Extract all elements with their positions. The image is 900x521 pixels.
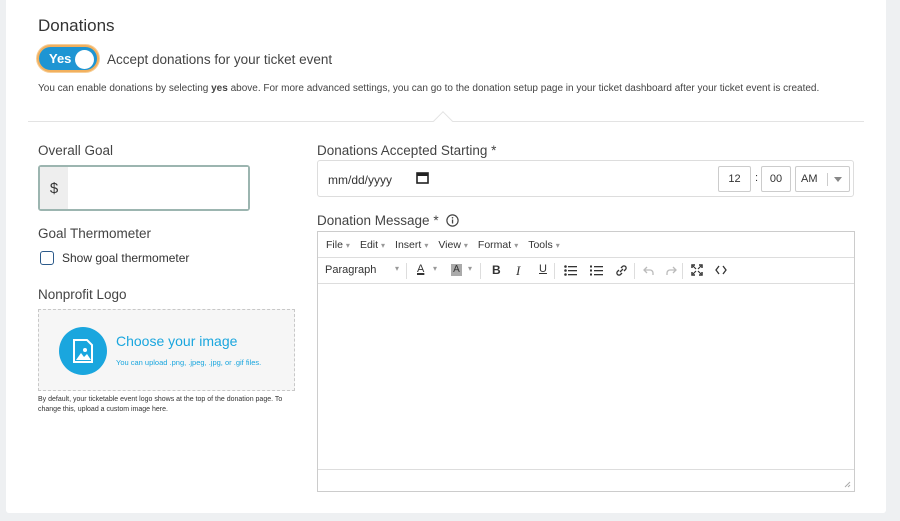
menu-format-label: Format (477, 238, 512, 251)
menu-tools-label: Tools (528, 238, 553, 251)
source-code-icon[interactable] (715, 265, 727, 275)
toolbar-separator (480, 263, 481, 279)
choose-image-link[interactable]: Choose your image (116, 333, 237, 349)
background-color-icon[interactable]: A (451, 264, 462, 276)
logo-default-note: By default, your ticketable event logo s… (38, 396, 283, 413)
toggle-description: Accept donations for your ticket event (107, 52, 333, 67)
help-text: You can enable donations by selecting ye… (38, 83, 819, 94)
help-bold: yes (211, 83, 228, 94)
upload-formats-text: You can upload .png, .jpeg, .jpg, or .gi… (116, 358, 262, 367)
ampm-separator (827, 173, 828, 186)
menu-file[interactable]: File ▾ (326, 239, 350, 251)
editor-content-area[interactable] (318, 284, 854, 469)
chevron-down-icon[interactable]: ▾ (433, 264, 437, 273)
chevron-down-icon: ▾ (345, 240, 350, 250)
chevron-down-icon[interactable]: ▾ (468, 264, 472, 273)
nonprofit-logo-label: Nonprofit Logo (38, 287, 127, 302)
toolbar-separator (406, 263, 407, 279)
help-prefix: You can enable donations by selecting (38, 83, 212, 94)
menu-view-label: View (438, 238, 461, 251)
toggle-knob (75, 50, 94, 69)
currency-prefix: $ (40, 167, 68, 209)
redo-icon[interactable] (666, 266, 677, 275)
toolbar-separator (682, 263, 683, 279)
chevron-down-icon: ▾ (463, 240, 468, 250)
editor-statusbar (318, 469, 854, 491)
editor-toolbar: Paragraph ▾ A ▾ A ▾ B I U (318, 258, 854, 284)
fullscreen-icon[interactable] (691, 264, 703, 276)
editor-menubar: File ▾ Edit ▾ Insert ▾ View ▾ Format ▾ Tools ▾ (318, 232, 854, 258)
toolbar-separator (554, 263, 555, 279)
undo-icon[interactable] (643, 266, 654, 275)
chevron-down-icon[interactable]: ▾ (395, 264, 399, 273)
numbered-list-icon[interactable] (590, 265, 603, 276)
ampm-value: AM (801, 173, 818, 185)
show-thermometer-label[interactable]: Show goal thermometer (62, 251, 189, 265)
menu-format[interactable]: Format ▾ (478, 239, 518, 251)
hour-select[interactable]: 12 (718, 166, 751, 192)
chevron-down-icon: ▾ (424, 240, 429, 250)
donation-message-label-text: Donation Message * (317, 213, 439, 228)
minute-select[interactable]: 00 (761, 166, 791, 192)
toggle-label: Yes (49, 51, 72, 66)
bullet-list-icon[interactable] (564, 265, 577, 276)
menu-file-label: File (326, 238, 343, 251)
chevron-down-icon: ▾ (514, 240, 519, 250)
menu-tools[interactable]: Tools ▾ (528, 239, 560, 251)
block-format-select[interactable]: Paragraph (325, 264, 376, 276)
overall-goal-label: Overall Goal (38, 143, 114, 158)
menu-edit[interactable]: Edit ▾ (360, 239, 385, 251)
overall-goal-field: $ (38, 165, 250, 211)
toolbar-separator (634, 263, 635, 279)
ampm-select[interactable]: AM (795, 166, 850, 192)
overall-goal-input[interactable] (68, 167, 248, 209)
underline-icon[interactable]: U (539, 263, 547, 275)
help-suffix: above. For more advanced settings, you c… (227, 83, 820, 94)
menu-edit-label: Edit (359, 238, 379, 251)
italic-icon[interactable]: I (516, 263, 520, 279)
donations-starting-label: Donations Accepted Starting * (317, 143, 497, 158)
info-icon[interactable] (446, 214, 460, 227)
rich-text-editor: File ▾ Edit ▾ Insert ▾ View ▾ Format ▾ Tools ▾… (317, 231, 855, 492)
menu-view[interactable]: View ▾ (438, 239, 468, 251)
section-title: Donations (38, 16, 115, 35)
time-colon: : (755, 172, 759, 184)
chevron-down-icon: ▾ (555, 240, 560, 250)
link-icon[interactable] (615, 264, 628, 277)
resize-handle-icon[interactable] (843, 480, 851, 488)
text-color-icon[interactable]: A (417, 263, 424, 275)
chevron-down-icon (834, 177, 842, 182)
date-input[interactable]: mm/dd/yyyy (328, 173, 392, 187)
bold-icon[interactable]: B (492, 263, 501, 277)
calendar-icon[interactable] (416, 171, 429, 184)
start-datetime-field: mm/dd/yyyy 12 : 00 AM (317, 160, 854, 197)
image-upload-icon[interactable] (59, 327, 107, 375)
goal-thermometer-label: Goal Thermometer (38, 226, 152, 241)
donation-message-label: Donation Message * (317, 212, 460, 228)
menu-insert[interactable]: Insert ▾ (395, 239, 428, 251)
menu-insert-label: Insert (395, 238, 422, 251)
donations-toggle[interactable]: Yes (37, 45, 99, 72)
show-thermometer-checkbox[interactable] (40, 251, 54, 265)
chevron-down-icon: ▾ (381, 240, 386, 250)
image-upload-dropzone[interactable]: Choose your image You can upload .png, .… (38, 309, 295, 391)
